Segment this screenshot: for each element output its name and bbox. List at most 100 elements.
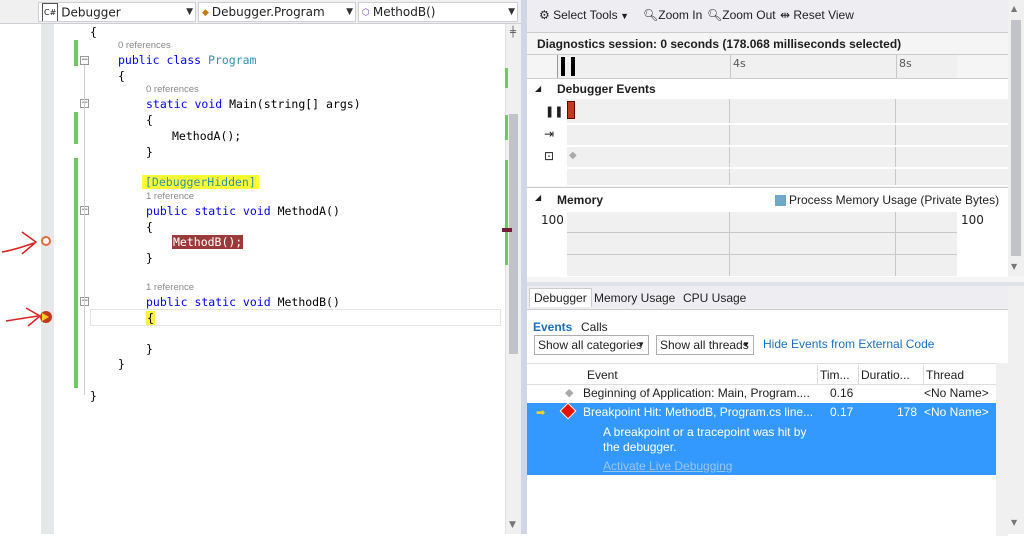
breakpoint-hollow-icon[interactable]: [41, 236, 51, 246]
time-cell: 0.17: [830, 405, 854, 419]
hide-external-events-link[interactable]: Hide Events from External Code: [763, 337, 934, 351]
event-lane[interactable]: [567, 99, 1008, 123]
reset-view-button[interactable]: ⇹ Reset View: [780, 8, 854, 22]
scrollbar-thumb[interactable]: [1011, 20, 1021, 256]
step-icon: ⇥: [544, 127, 555, 141]
details-scrollbar[interactable]: ▼: [1008, 286, 1024, 534]
keyword: static void: [146, 97, 230, 111]
column-time[interactable]: Tim...: [817, 365, 850, 385]
timeline-ruler[interactable]: 4s 8s: [527, 54, 1008, 78]
subtab-events[interactable]: Events: [533, 320, 572, 334]
scrollbar-thumb[interactable]: [509, 114, 518, 354]
break-event-marker[interactable]: [567, 101, 575, 119]
diagnostics-toolbar: ⚙ Select Tools ▼ 🔍︎Zoom In 🔍︎Zoom Out ⇹ …: [527, 0, 1024, 33]
chevron-down-icon: ▼: [742, 340, 750, 349]
code-line: MethodA();: [172, 129, 242, 143]
codelens-references[interactable]: 1 reference: [146, 191, 194, 202]
zoom-out-icon: 🔍︎: [707, 8, 723, 22]
chevron-down-icon: ▼: [617, 11, 629, 21]
event-description: A breakpoint or a tracepoint was hit by: [603, 425, 807, 439]
method-name: MethodB(): [277, 295, 340, 309]
section-title: Memory: [557, 193, 604, 207]
class-icon: ◆: [202, 7, 209, 18]
change-marker: [505, 115, 508, 140]
breakpoint-marker: [502, 228, 512, 232]
class-dropdown[interactable]: ◆ Debugger.Program ▼: [198, 2, 356, 22]
memory-section: ◢ Memory Process Memory Usage (Private B…: [527, 187, 1008, 277]
diamond-icon: ◆: [565, 386, 574, 399]
code-editor: C# Debugger ▼ ◆ Debugger.Program ▼ ⬡ MethodB(…: [0, 0, 521, 534]
column-event[interactable]: Event: [587, 365, 618, 385]
chevron-down-icon: ▼: [346, 7, 353, 17]
section-title: Debugger Events: [557, 82, 656, 96]
code-line: }: [146, 342, 153, 356]
codelens-references[interactable]: 0 references: [146, 84, 199, 95]
selection-start-marker[interactable]: [561, 57, 565, 76]
table-row-selected[interactable]: ➡ Breakpoint Hit: MethodB, Program.cs li…: [527, 402, 996, 475]
navigation-bar: C# Debugger ▼ ◆ Debugger.Program ▼ ⬡ MethodB(…: [0, 0, 521, 24]
code-line: public static void MethodA(): [146, 204, 340, 218]
select-tools-button[interactable]: ⚙ Select Tools ▼: [539, 8, 629, 22]
category-filter-dropdown[interactable]: Show all categories ▼: [534, 335, 649, 355]
keyword: public static void: [146, 204, 278, 218]
scroll-down-icon[interactable]: ▼: [1011, 262, 1017, 271]
code-line: }: [146, 145, 153, 159]
table-row[interactable]: ◆ Beginning of Application: Main, Progra…: [527, 384, 996, 402]
zoom-in-icon: 🔍︎: [643, 8, 659, 22]
memory-graph[interactable]: [567, 212, 957, 276]
debugger-hidden-attribute: [DebuggerHidden]: [142, 175, 259, 189]
chevron-down-icon: ▼: [637, 340, 645, 349]
project-dropdown[interactable]: C# Debugger ▼: [38, 2, 196, 22]
timeline-scrollbar[interactable]: ▲ ▼: [1008, 0, 1024, 276]
fold-guide: [84, 65, 85, 395]
subtab-calls[interactable]: Calls: [581, 320, 608, 334]
tab-memory-usage[interactable]: Memory Usage: [594, 291, 675, 305]
code-line: }: [118, 357, 125, 371]
selection-end-marker[interactable]: [571, 57, 575, 76]
thread-filter-value: Show all threads: [660, 338, 749, 352]
scroll-down-icon[interactable]: ▼: [509, 520, 516, 530]
legend-swatch: [775, 195, 786, 206]
change-marker: [505, 160, 508, 265]
editor-vertical-scrollbar[interactable]: ╪ ▼: [505, 24, 521, 534]
code-line: public class Program: [118, 53, 256, 67]
collapse-icon[interactable]: −: [80, 56, 89, 65]
event-lane[interactable]: [567, 169, 1008, 185]
gear-icon: ⚙: [539, 8, 554, 22]
event-cell: Breakpoint Hit: MethodB, Program.cs line…: [583, 405, 814, 419]
time-cell: 0.16: [830, 386, 854, 400]
current-event-arrow-icon: ➡: [536, 406, 546, 419]
code-line: }: [146, 251, 153, 265]
code-line: {: [118, 69, 125, 83]
method-name: MethodA(): [277, 204, 340, 218]
zoom-out-label: Zoom Out: [722, 8, 776, 22]
duration-cell: 178: [897, 405, 918, 419]
event-lane[interactable]: ◆: [567, 147, 1008, 167]
codelens-references[interactable]: 0 references: [118, 40, 171, 51]
event-description: the debugger.: [603, 440, 677, 454]
table-scrollbar[interactable]: [996, 363, 1008, 536]
collapse-triangle-icon[interactable]: ◢: [535, 193, 541, 202]
keyword: public static void: [146, 295, 278, 309]
chevron-down-icon: ▼: [186, 7, 193, 17]
reset-view-icon: ⇹: [780, 8, 794, 22]
tab-debugger[interactable]: Debugger: [529, 288, 592, 307]
y-axis-label: 100: [961, 213, 984, 227]
code-line: }: [90, 389, 97, 403]
column-thread[interactable]: Thread: [923, 365, 964, 385]
event-lane[interactable]: [567, 125, 1008, 145]
zoom-out-button[interactable]: 🔍︎Zoom Out: [707, 8, 776, 22]
method-dropdown[interactable]: ⬡ MethodB() ▼: [358, 2, 518, 22]
thread-filter-dropdown[interactable]: Show all threads ▼: [656, 335, 754, 355]
scroll-down-icon[interactable]: ▼: [1011, 518, 1017, 527]
zoom-in-button[interactable]: 🔍︎Zoom In: [643, 8, 702, 22]
collapse-triangle-icon[interactable]: ◢: [535, 84, 541, 93]
activate-live-debugging-link[interactable]: Activate Live Debugging: [603, 459, 732, 473]
scroll-up-icon[interactable]: ▲: [1011, 4, 1017, 13]
column-duration[interactable]: Duratio...: [858, 365, 910, 385]
tick-label: 8s: [899, 57, 912, 70]
codelens-references[interactable]: 1 reference: [146, 282, 194, 293]
tab-cpu-usage[interactable]: CPU Usage: [683, 291, 746, 305]
split-window-icon[interactable]: ╪: [510, 27, 516, 38]
change-indicator: [74, 158, 78, 388]
